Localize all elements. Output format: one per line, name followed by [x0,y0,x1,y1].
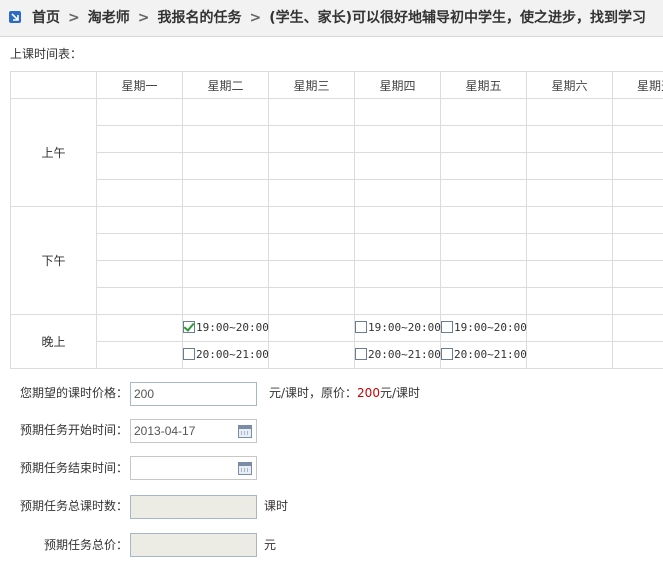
time-slot-checkbox[interactable] [355,321,367,333]
price-unit: 元/课时，原价：200元/课时 [269,386,420,400]
time-slot-cell [612,341,663,369]
time-slot-label: 20:00~21:00 [368,347,441,361]
start-date-input[interactable]: 2013-04-17 [130,419,257,443]
chevron-right-icon: > [249,10,262,26]
breadcrumb-teacher-link[interactable]: 淘老师 [88,0,130,36]
time-slot-label: 20:00~21:00 [196,347,269,361]
day-header: 星期天 [612,71,663,99]
time-slot-cell: 20:00~21:00 [182,341,269,369]
time-slot-checkbox[interactable] [183,348,195,360]
price-label: 您期望的课时价格： [19,386,128,400]
period-afternoon: 下午 [10,206,97,315]
start-date-label: 预期任务开始时间： [19,423,128,437]
afternoon-row: 下午 [10,206,663,315]
start-date-value: 2013-04-17 [134,424,196,438]
day-header: 星期四 [354,71,441,99]
time-slot-cell [612,314,663,342]
time-slot-cell [96,314,183,342]
breadcrumb: 首页 > 淘老师 > 我报名的任务 > (学生、家长)可以很好地辅导初中学生，使之进步，找到… [0,0,663,37]
breadcrumb-current-task: (学生、家长)可以很好地辅导初中学生，使之进步，找到学习 [269,10,646,26]
time-slot-cell: 19:00~20:00 [354,314,441,342]
time-slot[interactable]: 19:00~20:00 [441,320,527,334]
breadcrumb-my-tasks-link[interactable]: 我报名的任务 [157,0,241,36]
time-slot[interactable]: 19:00~20:00 [355,320,441,334]
original-price: 200 [357,386,380,400]
total-price-unit: 元 [264,538,277,552]
period-evening: 晚上 [10,314,97,369]
time-slot-cell [268,341,355,369]
time-slot-checkbox[interactable] [355,348,367,360]
time-slot[interactable]: 19:00~20:00 [183,320,269,334]
day-header: 星期六 [526,71,613,99]
evening-row: 20:00~21:00 20:00~21:00 20:00~21:00 [11,341,663,369]
arrow-box-icon [9,11,21,23]
time-slot-cell: 20:00~21:00 [440,341,527,369]
total-hours-label: 预期任务总课时数： [19,499,128,513]
chevron-right-icon: > [137,10,150,26]
schedule-header-row: 星期一 星期二 星期三 星期四 星期五 星期六 星期天 [10,71,663,99]
day-header: 星期五 [440,71,527,99]
total-hours-field [130,495,257,519]
time-slot-cell [526,341,613,369]
day-header: 星期一 [96,71,183,99]
total-hours-unit: 课时 [264,499,289,513]
time-slot[interactable]: 20:00~21:00 [183,347,269,361]
day-header: 星期三 [268,71,355,99]
time-slot-label: 19:00~20:00 [196,320,269,334]
morning-row: 上午 [10,98,663,207]
time-slot-label: 19:00~20:00 [454,320,527,334]
time-slot-label: 20:00~21:00 [454,347,527,361]
time-slot-label: 19:00~20:00 [368,320,441,334]
time-slot[interactable]: 20:00~21:00 [355,347,441,361]
time-slot-cell [96,341,183,369]
time-slot-cell [526,314,613,342]
time-slot-checkbox[interactable] [183,321,195,333]
total-price-label: 预期任务总价： [43,538,128,552]
evening-row: 晚上 19:00~20:00 19:00~20:00 19:00~20:00 [10,314,663,369]
calendar-icon[interactable] [238,425,252,438]
time-slot-cell: 19:00~20:00 [182,314,269,342]
period-morning: 上午 [10,98,97,207]
time-slot[interactable]: 20:00~21:00 [441,347,527,361]
day-header: 星期二 [182,71,269,99]
time-slot-checkbox[interactable] [441,348,453,360]
total-price-field [130,533,257,557]
breadcrumb-home-link[interactable]: 首页 [32,0,60,36]
time-slot-cell: 19:00~20:00 [440,314,527,342]
end-date-input[interactable] [130,456,257,480]
time-slot-checkbox[interactable] [441,321,453,333]
price-input[interactable]: 200 [130,382,257,406]
schedule-label: 上课时间表： [10,47,83,61]
end-date-label: 预期任务结束时间： [19,461,128,475]
schedule-table: 星期一 星期二 星期三 星期四 星期五 星期六 星期天 上午 下午 晚上 19:… [10,71,663,369]
corner-cell [10,71,97,99]
time-slot-cell: 20:00~21:00 [354,341,441,369]
calendar-icon[interactable] [238,462,252,475]
time-slot-cell [268,314,355,342]
chevron-right-icon: > [68,10,80,26]
